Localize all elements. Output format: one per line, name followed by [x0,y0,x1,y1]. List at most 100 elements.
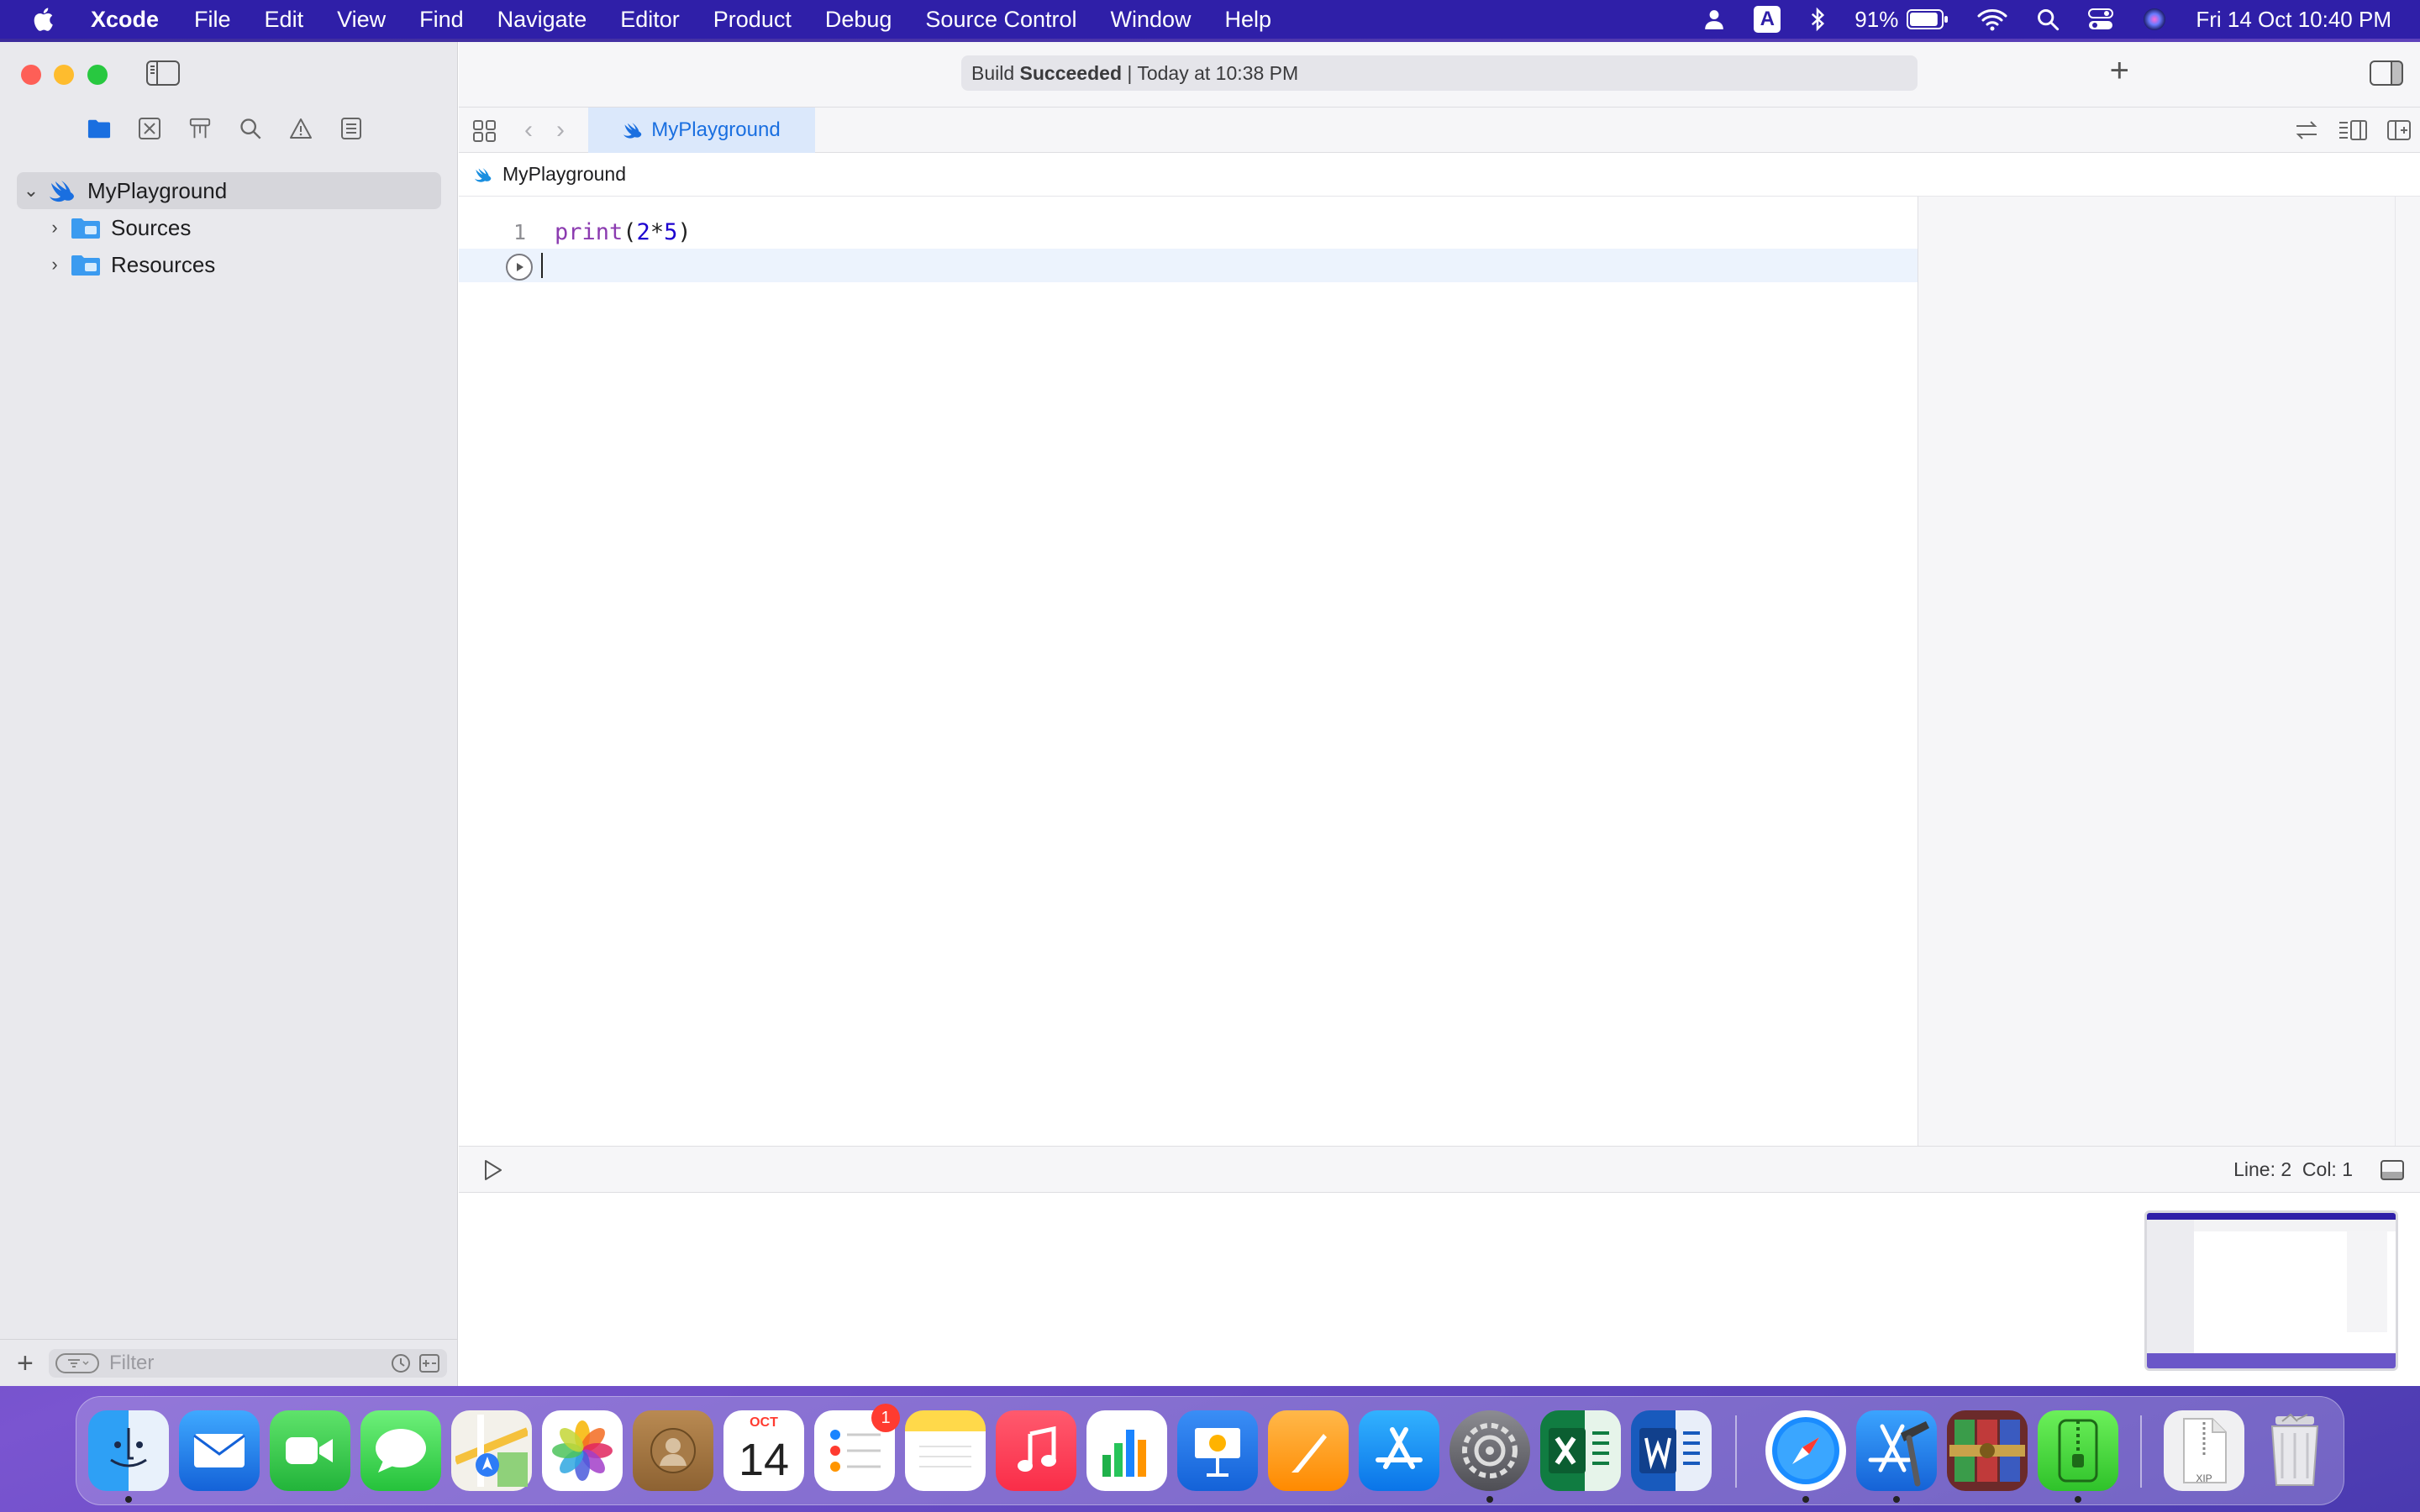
chevron-down-icon[interactable]: ⌄ [17,180,45,202]
library-button[interactable]: + [2110,54,2129,87]
code-line[interactable]: 1 print(2*5) [459,215,1918,249]
run-to-line-button[interactable] [506,254,533,281]
toggle-navigator-icon[interactable] [146,60,180,86]
menu-product[interactable]: Product [713,7,792,33]
menu-find[interactable]: Find [419,7,464,33]
input-source-icon[interactable]: A [1754,6,1781,33]
zoom-window-button[interactable] [87,65,108,85]
notification-badge: 1 [871,1404,900,1432]
report-navigator-icon[interactable] [339,116,363,141]
menu-source-control[interactable]: Source Control [925,7,1076,33]
chevron-right-icon[interactable]: › [40,217,69,239]
menu-file[interactable]: File [194,7,231,33]
filter-options-icon[interactable] [55,1352,99,1373]
back-icon[interactable]: ‹ [524,116,533,144]
text-caret [541,253,543,278]
notes-icon[interactable] [905,1410,986,1491]
mail-icon[interactable] [179,1410,260,1491]
project-navigator-icon[interactable] [87,116,111,141]
archiver-icon[interactable] [2038,1410,2118,1491]
minimize-window-button[interactable] [54,65,74,85]
menu-help[interactable]: Help [1225,7,1272,33]
source-editor[interactable]: 1 print(2*5) [459,197,1918,1146]
tree-item-label: Resources [111,251,216,277]
tree-item-resources[interactable]: › Resources [17,246,441,283]
toggle-inspector-icon[interactable] [2370,60,2403,86]
jump-bar[interactable]: MyPlayground [459,153,2420,197]
menu-window[interactable]: Window [1111,7,1192,33]
related-items-icon[interactable] [472,119,497,143]
debug-bar: Line: 2 Col: 1 [459,1146,2420,1193]
tab-myplayground[interactable]: MyPlayground [588,108,815,153]
app-store-icon[interactable] [1359,1410,1439,1491]
messages-icon[interactable] [360,1410,441,1491]
results-scrollbar[interactable] [2395,197,2420,1146]
review-changes-icon[interactable] [2294,119,2319,141]
pages-icon[interactable] [1268,1410,1349,1491]
screenshot-thumbnail[interactable] [2144,1210,2398,1371]
toggle-debug-area-icon[interactable] [2380,1158,2405,1182]
siri-icon[interactable] [2142,7,2167,32]
user-icon[interactable] [1703,8,1725,30]
facetime-icon[interactable] [270,1410,350,1491]
clock[interactable]: Fri 14 Oct 10:40 PM [2196,7,2391,33]
navigator-filter-field[interactable]: Filter [49,1348,447,1378]
trash-icon[interactable] [2254,1410,2335,1491]
contacts-icon[interactable] [633,1410,713,1491]
music-icon[interactable] [996,1410,1076,1491]
bluetooth-icon[interactable] [1809,7,1826,32]
tree-item-myplayground[interactable]: ⌄ MyPlayground [17,172,441,209]
console-area[interactable] [459,1193,2420,1386]
tree-item-label: MyPlayground [87,177,228,203]
line-number: 1 [513,219,526,244]
activity-viewer[interactable]: Build Succeeded | Today at 10:38 PM [961,55,1918,91]
menu-debug[interactable]: Debug [825,7,892,33]
code-line-current[interactable] [459,249,1918,282]
recent-files-icon[interactable] [390,1352,412,1374]
code-token: ) [677,218,692,245]
numbers-icon[interactable] [1086,1410,1167,1491]
finder-icon[interactable] [88,1410,169,1491]
cursor-position: Line: 2 Col: 1 [2233,1158,2353,1180]
excel-icon[interactable] [1540,1410,1621,1491]
running-indicator [1802,1496,1809,1503]
battery-icon [1907,9,1949,29]
source-control-filter-icon[interactable] [418,1352,440,1374]
keynote-icon[interactable] [1177,1410,1258,1491]
breadcrumb[interactable]: MyPlayground [502,163,626,186]
menu-view[interactable]: View [337,7,386,33]
editor-options-icon[interactable] [2338,119,2368,141]
menu-app-name[interactable]: Xcode [91,7,159,33]
add-editor-icon[interactable] [2386,119,2412,141]
close-window-button[interactable] [21,65,41,85]
wifi-icon[interactable] [1977,8,2007,31]
calendar-icon[interactable]: OCT 14 [723,1410,804,1491]
spotlight-search-icon[interactable] [2036,8,2060,31]
forward-icon[interactable]: › [556,116,565,144]
source-control-navigator-icon[interactable] [138,116,161,141]
xip-file-icon[interactable]: XIP [2164,1410,2244,1491]
add-file-button[interactable]: + [17,1349,34,1378]
battery-status[interactable]: 91% [1854,7,1949,33]
menu-editor[interactable]: Editor [620,7,680,33]
maps-icon[interactable] [451,1410,532,1491]
find-navigator-icon[interactable] [239,116,262,141]
apple-menu-icon[interactable] [30,5,59,34]
menu-navigate[interactable]: Navigate [497,7,587,33]
menu-edit[interactable]: Edit [265,7,304,33]
symbol-navigator-icon[interactable] [188,116,212,141]
archive-utility-icon[interactable] [1947,1410,2028,1491]
chevron-right-icon[interactable]: › [40,254,69,276]
thumbnail-dock [2147,1353,2396,1368]
play-icon[interactable] [481,1158,504,1182]
safari-icon[interactable] [1765,1410,1846,1491]
word-icon[interactable] [1631,1410,1712,1491]
issue-navigator-icon[interactable] [289,116,313,141]
xcode-icon[interactable] [1856,1410,1937,1491]
tree-item-sources[interactable]: › Sources [17,209,441,246]
filter-input[interactable]: Filter [109,1352,390,1375]
photos-icon[interactable] [542,1410,623,1491]
control-center-icon[interactable] [2088,8,2114,31]
system-preferences-icon[interactable] [1449,1410,1530,1491]
reminders-icon[interactable]: 1 [814,1404,900,1491]
